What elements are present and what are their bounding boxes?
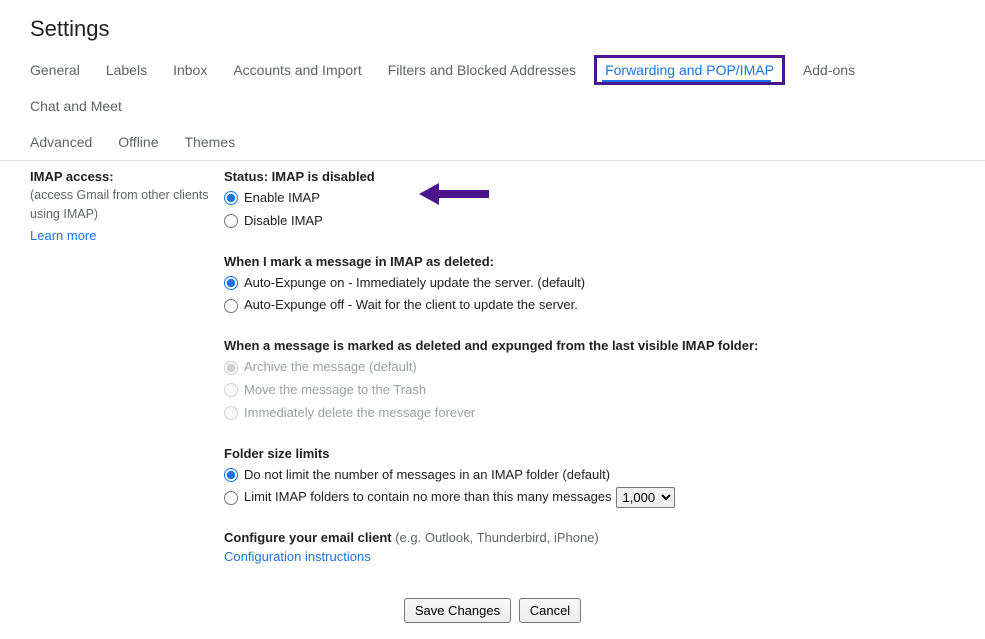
- configure-title-text: Configure your email client: [224, 530, 392, 545]
- radio-limit[interactable]: Limit IMAP folders to contain no more th…: [224, 487, 955, 508]
- radio-no-limit[interactable]: Do not limit the number of messages in a…: [224, 465, 955, 486]
- tab-forwarding-label: Forwarding and POP/IMAP: [605, 62, 774, 78]
- radio-disable-imap-label: Disable IMAP: [244, 211, 323, 232]
- learn-more-link[interactable]: Learn more: [30, 228, 96, 243]
- highlight-box: Forwarding and POP/IMAP: [594, 55, 785, 85]
- radio-enable-imap-label: Enable IMAP: [244, 188, 320, 209]
- limit-select[interactable]: 1,000: [616, 487, 675, 508]
- radio-limit-label: Limit IMAP folders to contain no more th…: [244, 487, 612, 508]
- tabs-bar: General Labels Inbox Accounts and Import…: [0, 52, 985, 161]
- folder-title: Folder size limits: [224, 446, 955, 461]
- radio-expunge-on-label: Auto-Expunge on - Immediately update the…: [244, 273, 585, 294]
- cancel-button[interactable]: Cancel: [519, 598, 581, 623]
- radio-expunge-on-input[interactable]: [224, 276, 238, 290]
- radio-no-limit-label: Do not limit the number of messages in a…: [244, 465, 610, 486]
- radio-archive-input[interactable]: [224, 361, 238, 375]
- page-title: Settings: [0, 0, 985, 52]
- radio-trash[interactable]: Move the message to the Trash: [224, 380, 955, 401]
- configuration-instructions-link[interactable]: Configuration instructions: [224, 549, 371, 564]
- radio-disable-imap-input[interactable]: [224, 214, 238, 228]
- radio-expunge-on[interactable]: Auto-Expunge on - Immediately update the…: [224, 273, 955, 294]
- status-title: Status: IMAP is disabled: [224, 169, 955, 184]
- radio-archive-label: Archive the message (default): [244, 357, 417, 378]
- radio-expunge-off[interactable]: Auto-Expunge off - Wait for the client t…: [224, 295, 955, 316]
- radio-archive[interactable]: Archive the message (default): [224, 357, 955, 378]
- tab-themes[interactable]: Themes: [185, 124, 246, 160]
- tab-accounts[interactable]: Accounts and Import: [233, 52, 371, 88]
- tab-forwarding[interactable]: Forwarding and POP/IMAP: [602, 52, 787, 88]
- configure-hint: (e.g. Outlook, Thunderbird, iPhone): [392, 530, 599, 545]
- radio-expunge-off-label: Auto-Expunge off - Wait for the client t…: [244, 295, 578, 316]
- tab-labels[interactable]: Labels: [106, 52, 157, 88]
- tab-general[interactable]: General: [30, 52, 90, 88]
- imap-access-desc: (access Gmail from other clients using I…: [30, 186, 220, 224]
- radio-trash-input[interactable]: [224, 383, 238, 397]
- tab-inbox[interactable]: Inbox: [173, 52, 217, 88]
- radio-no-limit-input[interactable]: [224, 468, 238, 482]
- radio-delete-forever[interactable]: Immediately delete the message forever: [224, 403, 955, 424]
- radio-enable-imap[interactable]: Enable IMAP: [224, 188, 955, 209]
- tab-offline[interactable]: Offline: [118, 124, 168, 160]
- tab-chat[interactable]: Chat and Meet: [30, 88, 132, 124]
- button-row: Save Changes Cancel: [0, 594, 985, 639]
- radio-expunge-off-input[interactable]: [224, 299, 238, 313]
- deleted-title: When I mark a message in IMAP as deleted…: [224, 254, 955, 269]
- imap-access-title: IMAP access:: [30, 169, 220, 184]
- radio-delete-forever-input[interactable]: [224, 406, 238, 420]
- tab-addons[interactable]: Add-ons: [803, 52, 865, 88]
- radio-enable-imap-input[interactable]: [224, 191, 238, 205]
- tab-filters[interactable]: Filters and Blocked Addresses: [388, 52, 586, 88]
- save-button[interactable]: Save Changes: [404, 598, 511, 623]
- expunged-title: When a message is marked as deleted and …: [224, 338, 955, 353]
- radio-limit-input[interactable]: [224, 491, 238, 505]
- radio-trash-label: Move the message to the Trash: [244, 380, 426, 401]
- radio-delete-forever-label: Immediately delete the message forever: [244, 403, 475, 424]
- configure-title: Configure your email client (e.g. Outloo…: [224, 530, 955, 545]
- tab-advanced[interactable]: Advanced: [30, 124, 102, 160]
- radio-disable-imap[interactable]: Disable IMAP: [224, 211, 955, 232]
